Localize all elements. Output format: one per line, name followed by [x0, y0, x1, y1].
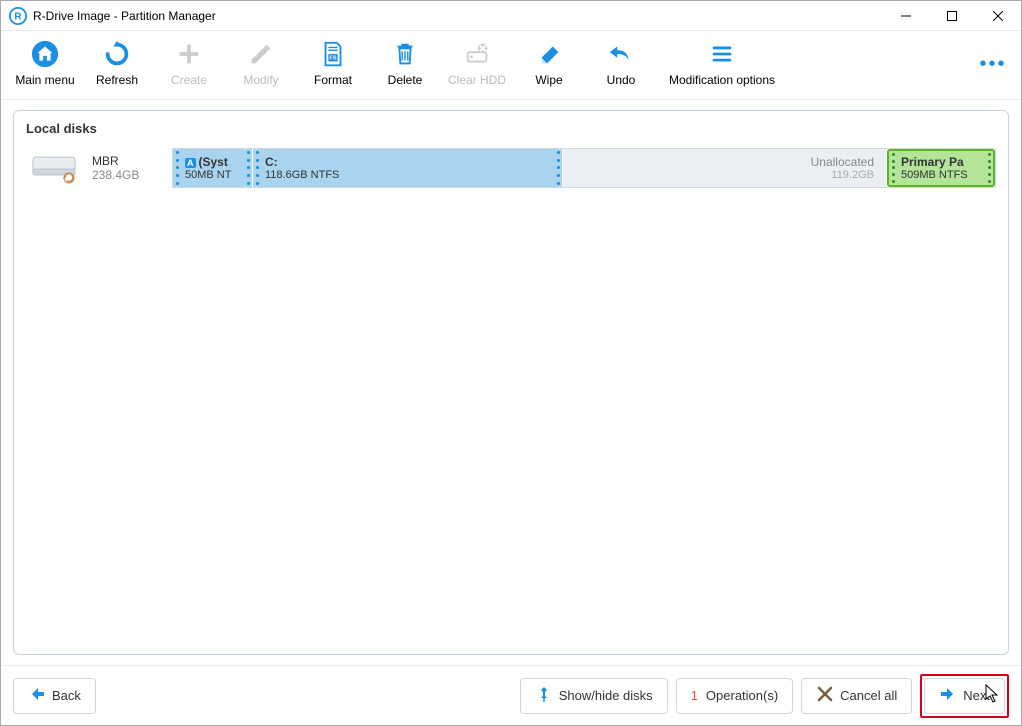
partition-unallocated[interactable]: Unallocated 119.2GB: [563, 149, 887, 187]
active-badge: A: [185, 158, 196, 168]
window-title: R-Drive Image - Partition Manager: [33, 9, 883, 23]
window-controls: [883, 1, 1021, 30]
next-label: Next: [963, 688, 990, 703]
refresh-label: Refresh: [96, 73, 138, 87]
title-bar: R R-Drive Image - Partition Manager: [1, 1, 1021, 31]
footer: Back Show/hide disks 1 Operation(s) Canc…: [1, 665, 1021, 725]
partition-system[interactable]: A(Syst 50MB NT: [173, 149, 253, 187]
operations-button[interactable]: 1 Operation(s): [676, 678, 793, 714]
disk-info: MBR 238.4GB: [92, 154, 162, 182]
format-button[interactable]: FS Format: [297, 33, 369, 95]
arrow-right-icon: [939, 685, 957, 706]
cancel-all-button[interactable]: Cancel all: [801, 678, 912, 714]
wipe-button[interactable]: Wipe: [513, 33, 585, 95]
pencil-icon: [246, 37, 276, 71]
arrow-left-icon: [28, 685, 46, 706]
show-hide-disks-button[interactable]: Show/hide disks: [520, 678, 668, 714]
panel-title: Local disks: [26, 121, 996, 136]
partition-c[interactable]: C: 118.6GB NTFS: [253, 149, 563, 187]
toolbar: Main menu Refresh Create Modify FS Forma…: [1, 31, 1021, 100]
format-label: Format: [314, 73, 352, 87]
undo-label: Undo: [607, 73, 636, 87]
clear-hdd-label: Clear HDD: [448, 73, 506, 87]
create-label: Create: [171, 73, 207, 87]
mod-options-label: Modification options: [669, 73, 775, 87]
partition-primary-selected[interactable]: Primary Pa 509MB NTFS: [887, 149, 995, 187]
wipe-label: Wipe: [535, 73, 562, 87]
trash-icon: [390, 37, 420, 71]
close-button[interactable]: [975, 1, 1021, 30]
partition-size: 50MB NT: [185, 169, 240, 181]
minimize-button[interactable]: [883, 1, 929, 30]
delete-label: Delete: [388, 73, 423, 87]
refresh-icon: [102, 37, 132, 71]
partition-name: C:: [265, 155, 550, 169]
disk-size: 238.4GB: [92, 168, 162, 182]
create-button: Create: [153, 33, 225, 95]
next-button[interactable]: Next: [924, 678, 1005, 714]
local-disks-panel: Local disks MBR 238.4GB: [13, 110, 1009, 655]
modify-label: Modify: [243, 73, 278, 87]
plus-icon: [174, 37, 204, 71]
disk-map: A(Syst 50MB NT C: 118.6GB NTFS Unallocat…: [172, 148, 996, 188]
svg-text:R: R: [14, 11, 21, 22]
partition-name: A(Syst: [185, 155, 240, 169]
next-highlight: Next: [920, 674, 1009, 718]
operations-label: Operation(s): [706, 688, 778, 703]
show-hide-label: Show/hide disks: [559, 688, 653, 703]
home-icon: [30, 37, 60, 71]
main-menu-button[interactable]: Main menu: [9, 33, 81, 95]
disk-icon: [26, 151, 82, 185]
refresh-button[interactable]: Refresh: [81, 33, 153, 95]
cancel-icon: [816, 685, 834, 706]
main-area: Local disks MBR 238.4GB: [1, 100, 1021, 665]
app-icon: R: [9, 7, 27, 25]
partition-size: 509MB NTFS: [901, 169, 981, 181]
modification-options-button[interactable]: Modification options: [657, 33, 787, 95]
toolbar-overflow-button[interactable]: •••: [973, 53, 1013, 76]
format-icon: FS: [318, 37, 348, 71]
cancel-all-label: Cancel all: [840, 688, 897, 703]
clear-hdd-icon: [462, 37, 492, 71]
main-menu-label: Main menu: [15, 73, 74, 87]
undo-button[interactable]: Undo: [585, 33, 657, 95]
partition-size: 119.2GB: [831, 169, 874, 181]
eraser-icon: [534, 37, 564, 71]
clear-hdd-button: Clear HDD: [441, 33, 513, 95]
partition-size: 118.6GB NTFS: [265, 169, 550, 181]
modify-button: Modify: [225, 33, 297, 95]
disk-row: MBR 238.4GB A(Syst 50MB NT C:: [26, 148, 996, 188]
maximize-button[interactable]: [929, 1, 975, 30]
pin-icon: [535, 685, 553, 706]
delete-button[interactable]: Delete: [369, 33, 441, 95]
partition-name: Unallocated: [811, 155, 874, 169]
options-icon: [707, 37, 737, 71]
undo-icon: [606, 37, 636, 71]
disk-scheme: MBR: [92, 154, 162, 168]
svg-text:FS: FS: [329, 56, 336, 62]
partition-name: Primary Pa: [901, 155, 981, 169]
operations-count: 1: [691, 688, 698, 703]
back-button[interactable]: Back: [13, 678, 96, 714]
back-label: Back: [52, 688, 81, 703]
